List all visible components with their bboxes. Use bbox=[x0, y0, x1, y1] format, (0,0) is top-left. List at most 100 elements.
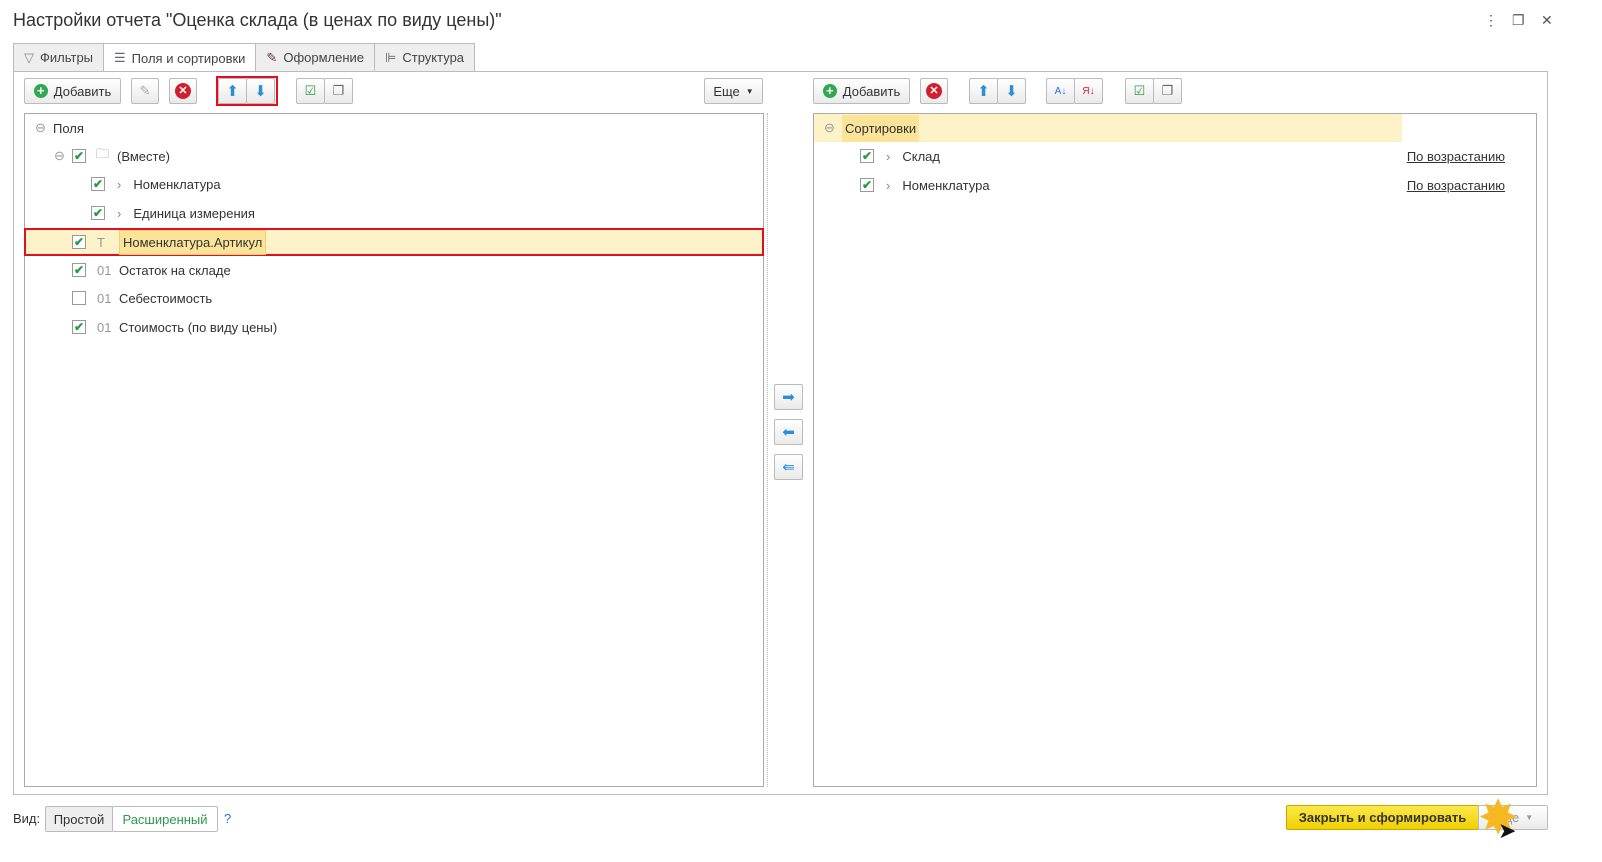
button-label: Добавить bbox=[842, 83, 901, 99]
plus-icon: + bbox=[33, 84, 48, 98]
uncheck-all-button[interactable]: ❐ bbox=[324, 78, 353, 104]
arrow-right-icon: ➡ bbox=[782, 389, 795, 406]
sort-asc-icon: А↓ bbox=[1054, 85, 1067, 97]
double-arrow-left-icon: ⇚ bbox=[782, 459, 795, 476]
plus-icon: + bbox=[822, 84, 837, 98]
collapse-icon[interactable]: ⊖ bbox=[35, 120, 53, 136]
right-add-button[interactable]: + Добавить bbox=[813, 78, 910, 104]
view-extended-button[interactable]: Расширенный bbox=[112, 806, 218, 832]
button-label: Простой bbox=[53, 811, 105, 827]
add-to-sort-button[interactable]: ➡ bbox=[774, 384, 803, 410]
arrow-up-icon: ⬆ bbox=[977, 83, 990, 100]
left-delete-button[interactable]: ✕ bbox=[169, 78, 197, 104]
tab-appearance[interactable]: ✎ Оформление bbox=[255, 43, 376, 71]
sort-row[interactable]: ✔ › Номенклатура По возрастанию bbox=[814, 171, 1536, 199]
close-and-generate-button[interactable]: Закрыть и сформировать bbox=[1286, 805, 1479, 830]
remove-all-from-sort-button[interactable]: ⇚ bbox=[774, 454, 803, 480]
pencil-icon: ✎ bbox=[139, 83, 151, 98]
button-label: Закрыть и сформировать bbox=[1298, 810, 1467, 825]
button-label: Еще bbox=[713, 83, 740, 99]
expand-icon[interactable]: › bbox=[886, 178, 890, 193]
fields-tree[interactable]: ⊖ Поля ⊖ ✔ 🗀 (Вместе) ✔ › Номенклатура ✔ › Едини… bbox=[24, 113, 764, 787]
checkbox[interactable]: ✔ bbox=[72, 235, 86, 249]
row-label: Стоимость (по виду цены) bbox=[119, 319, 278, 335]
close-icon[interactable]: ✕ bbox=[1541, 12, 1553, 29]
row-label: Склад bbox=[902, 148, 940, 164]
dropdown-icon: ▼ bbox=[1525, 813, 1534, 822]
sorting-tree[interactable]: ⊖ Сортировки ✔ › Склад По возрастанию ✔ › Номе… bbox=[813, 113, 1537, 787]
check-all-button[interactable]: ☑ bbox=[1125, 78, 1154, 104]
restore-window-icon[interactable]: ❐ bbox=[1512, 12, 1525, 29]
sort-descending-button[interactable]: Я↓ bbox=[1074, 78, 1103, 104]
checkbox[interactable]: ✔ bbox=[860, 178, 874, 192]
mouse-cursor-icon: ➤ bbox=[1498, 818, 1517, 843]
left-more-button[interactable]: Еще ▼ bbox=[704, 78, 763, 104]
expand-icon[interactable]: › bbox=[117, 177, 121, 192]
remove-from-sort-button[interactable]: ⬅ bbox=[774, 419, 803, 445]
structure-icon: ⊫ bbox=[385, 49, 397, 65]
check-all-icon: ☑ bbox=[1133, 83, 1146, 98]
check-all-icon: ☑ bbox=[304, 83, 317, 98]
tab-label: Поля и сортировки bbox=[131, 50, 246, 66]
tab-structure[interactable]: ⊫ Структура bbox=[374, 43, 476, 71]
expand-icon[interactable]: › bbox=[886, 149, 890, 164]
dropdown-icon: ▼ bbox=[745, 86, 754, 96]
filter-icon: ▽ bbox=[24, 49, 34, 65]
type-icon: 01 bbox=[97, 319, 112, 335]
tree-row[interactable]: ⊖ ✔ 🗀 (Вместе) bbox=[25, 142, 763, 170]
tree-root[interactable]: ⊖ Поля bbox=[25, 114, 763, 142]
left-add-button[interactable]: + Добавить bbox=[24, 78, 121, 104]
checkbox[interactable]: ✔ bbox=[91, 177, 105, 191]
checkbox[interactable]: ✔ bbox=[72, 320, 86, 334]
sort-order-link[interactable]: По возрастанию bbox=[1407, 178, 1505, 193]
tree-row[interactable]: 01 Себестоимость bbox=[25, 284, 763, 312]
row-label: Единица измерения bbox=[133, 205, 255, 221]
tree-row[interactable]: ✔ 01 Остаток на складе bbox=[25, 256, 763, 284]
view-label: Вид: bbox=[13, 811, 41, 826]
checkbox[interactable]: ✔ bbox=[72, 149, 86, 163]
uncheck-all-button[interactable]: ❐ bbox=[1153, 78, 1182, 104]
sort-row[interactable]: ✔ › Склад По возрастанию bbox=[814, 142, 1536, 170]
move-up-button[interactable]: ⬆ bbox=[218, 78, 247, 104]
tab-fields-sorting[interactable]: ☰ Поля и сортировки bbox=[103, 43, 257, 72]
collapse-icon[interactable]: ⊖ bbox=[824, 120, 842, 136]
sort-move-down-button[interactable]: ⬇ bbox=[997, 78, 1026, 104]
button-label: Добавить bbox=[53, 83, 112, 99]
type-icon: 01 bbox=[97, 290, 112, 306]
checkbox[interactable]: ✔ bbox=[860, 149, 874, 163]
folder-icon: 🗀 bbox=[96, 146, 110, 161]
expand-icon[interactable]: › bbox=[117, 206, 121, 221]
uncheck-all-icon: ❐ bbox=[1161, 83, 1174, 98]
help-link[interactable]: ? bbox=[224, 811, 231, 826]
collapse-icon[interactable]: ⊖ bbox=[54, 148, 72, 164]
checkbox[interactable]: ✔ bbox=[72, 263, 86, 277]
tree-row-selected[interactable]: ✔ T Номенклатура.Артикул bbox=[24, 228, 764, 256]
check-all-button[interactable]: ☑ bbox=[296, 78, 325, 104]
fields-sort-icon: ☰ bbox=[114, 50, 126, 65]
checkbox[interactable] bbox=[72, 291, 86, 305]
sort-desc-icon: Я↓ bbox=[1082, 85, 1095, 97]
more-menu-icon[interactable]: ⋮ bbox=[1484, 12, 1498, 29]
row-label: Номенклатура bbox=[902, 177, 990, 193]
sort-ascending-button[interactable]: А↓ bbox=[1046, 78, 1075, 104]
delete-icon: ✕ bbox=[926, 83, 942, 99]
delete-icon: ✕ bbox=[175, 83, 191, 99]
checkbox[interactable]: ✔ bbox=[91, 206, 105, 220]
edit-button[interactable]: ✎ bbox=[131, 78, 159, 104]
tree-row[interactable]: ✔ › Номенклатура bbox=[25, 170, 763, 198]
view-simple-button[interactable]: Простой bbox=[45, 806, 113, 832]
tree-root[interactable]: ⊖ Сортировки bbox=[814, 114, 1402, 142]
move-down-button[interactable]: ⬇ bbox=[246, 78, 275, 104]
button-label: Расширенный bbox=[122, 811, 208, 827]
arrow-up-icon: ⬆ bbox=[226, 83, 239, 100]
row-label: Сортировки bbox=[842, 114, 920, 142]
tab-filters[interactable]: ▽ Фильтры bbox=[13, 43, 105, 71]
right-delete-button[interactable]: ✕ bbox=[920, 78, 948, 104]
tree-row[interactable]: ✔ 01 Стоимость (по виду цены) bbox=[25, 313, 763, 341]
tree-row[interactable]: ✔ › Единица измерения bbox=[25, 199, 763, 227]
sort-move-up-button[interactable]: ⬆ bbox=[969, 78, 998, 104]
window-title: Настройки отчета "Оценка склада (в ценах… bbox=[13, 10, 502, 30]
row-label: (Вместе) bbox=[117, 148, 170, 164]
sort-order-link[interactable]: По возрастанию bbox=[1407, 149, 1505, 164]
row-label: Номенклатура bbox=[133, 176, 221, 192]
